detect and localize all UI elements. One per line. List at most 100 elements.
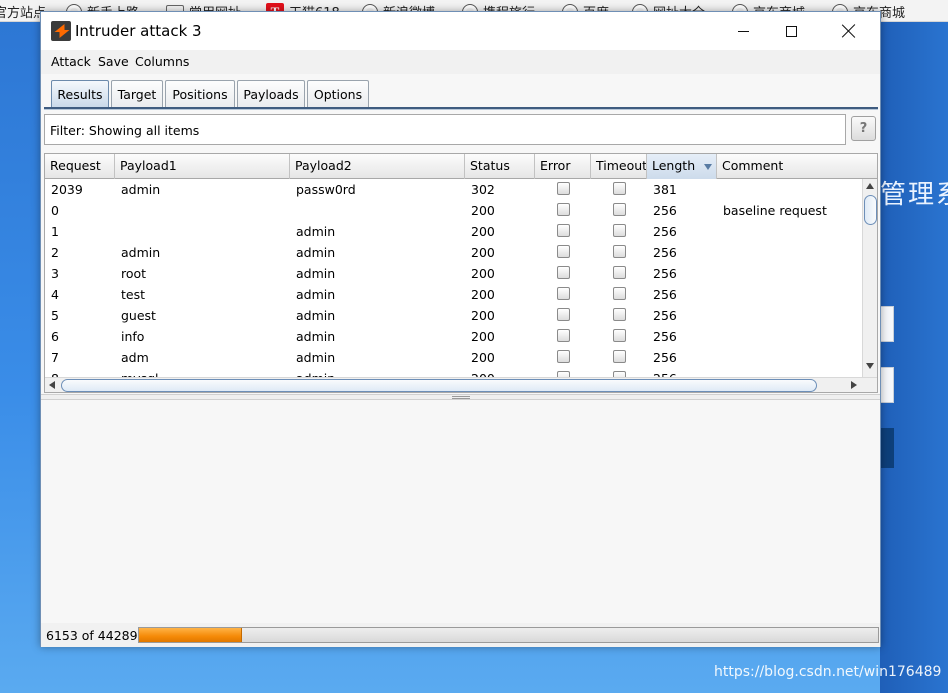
- error-checkbox[interactable]: [557, 350, 570, 363]
- table-body: 2039 admin passw0rd 302 381 0 200 256 baseline r…: [45, 179, 862, 379]
- error-checkbox[interactable]: [557, 245, 570, 258]
- table-row[interactable]: 6 info admin 200 256: [45, 326, 862, 347]
- cell-payload2: admin: [296, 224, 336, 239]
- error-checkbox[interactable]: [557, 203, 570, 216]
- scroll-left-icon[interactable]: [49, 381, 55, 389]
- error-checkbox[interactable]: [557, 266, 570, 279]
- intruder-attack-window: Intruder attack 3 Attack Save Columns Re…: [40, 11, 881, 647]
- filter-bar[interactable]: Filter: Showing all items: [44, 114, 846, 145]
- cell-request: 2039: [51, 182, 83, 197]
- maximize-button[interactable]: [768, 12, 814, 50]
- timeout-checkbox[interactable]: [613, 329, 626, 342]
- progress-fill: [139, 628, 242, 642]
- cell-request: 5: [51, 308, 59, 323]
- background-password-field[interactable]: [880, 367, 894, 403]
- column-header-comment[interactable]: Comment: [717, 154, 877, 179]
- cell-request: 6: [51, 329, 59, 344]
- timeout-checkbox[interactable]: [613, 308, 626, 321]
- cell-status: 200: [471, 350, 495, 365]
- tab-results[interactable]: Results: [51, 80, 109, 108]
- progress-count: 6153 of 44289: [46, 628, 138, 643]
- timeout-checkbox[interactable]: [613, 203, 626, 216]
- table-row[interactable]: 5 guest admin 200 256: [45, 305, 862, 326]
- column-header-payload1[interactable]: Payload1: [115, 154, 290, 179]
- tab-target[interactable]: Target: [111, 80, 163, 108]
- column-header-request[interactable]: Request: [45, 154, 115, 179]
- table-row[interactable]: 4 test admin 200 256: [45, 284, 862, 305]
- menu-save[interactable]: Save: [98, 54, 129, 69]
- background-panel: [880, 22, 948, 693]
- cell-request: 0: [51, 203, 59, 218]
- scroll-right-icon[interactable]: [851, 381, 857, 389]
- help-button[interactable]: ?: [851, 116, 876, 141]
- column-header-timeout[interactable]: Timeout: [591, 154, 647, 179]
- cell-payload2: admin: [296, 308, 336, 323]
- vertical-scrollbar[interactable]: [862, 179, 877, 377]
- timeout-checkbox[interactable]: [613, 182, 626, 195]
- cell-payload2: admin: [296, 245, 336, 260]
- timeout-checkbox[interactable]: [613, 350, 626, 363]
- cell-payload1: admin: [121, 182, 161, 197]
- timeout-checkbox[interactable]: [613, 287, 626, 300]
- cell-length: 256: [653, 329, 677, 344]
- pane-splitter[interactable]: [41, 394, 880, 400]
- filter-text: Filter: Showing all items: [50, 123, 200, 138]
- menu-bar: Attack Save Columns: [41, 50, 880, 74]
- cell-length: 256: [653, 308, 677, 323]
- cell-request: 7: [51, 350, 59, 365]
- column-header-status[interactable]: Status: [465, 154, 535, 179]
- table-row[interactable]: 3 root admin 200 256: [45, 263, 862, 284]
- title-bar[interactable]: Intruder attack 3: [41, 12, 880, 50]
- cell-length: 256: [653, 203, 677, 218]
- background-username-field[interactable]: [880, 306, 894, 342]
- column-header-error[interactable]: Error: [535, 154, 591, 179]
- cell-comment: baseline request: [723, 203, 827, 218]
- column-header-payload2[interactable]: Payload2: [290, 154, 465, 179]
- vertical-scroll-thumb[interactable]: [864, 195, 877, 225]
- cell-status: 200: [471, 245, 495, 260]
- error-checkbox[interactable]: [557, 308, 570, 321]
- scroll-down-icon[interactable]: [866, 363, 874, 369]
- watermark: https://blog.csdn.net/win176489: [714, 664, 942, 680]
- column-header-length-label: Length: [652, 158, 696, 173]
- table-header: Request Payload1 Payload2 Status Error T…: [45, 154, 877, 179]
- close-button[interactable]: [826, 12, 872, 50]
- cell-payload1: adm: [121, 350, 149, 365]
- tab-payloads[interactable]: Payloads: [237, 80, 305, 108]
- table-row[interactable]: 1 admin 200 256: [45, 221, 862, 242]
- table-row[interactable]: 2039 admin passw0rd 302 381: [45, 179, 862, 200]
- horizontal-scroll-thumb[interactable]: [61, 379, 817, 392]
- table-row[interactable]: 0 200 256 baseline request: [45, 200, 862, 221]
- error-checkbox[interactable]: [557, 329, 570, 342]
- menu-columns[interactable]: Columns: [135, 54, 189, 69]
- cell-payload1: admin: [121, 245, 161, 260]
- error-checkbox[interactable]: [557, 287, 570, 300]
- close-icon: [842, 24, 856, 38]
- cell-payload1: root: [121, 266, 147, 281]
- error-checkbox[interactable]: [557, 224, 570, 237]
- table-row[interactable]: 7 adm admin 200 256: [45, 347, 862, 368]
- background-login-button[interactable]: [880, 428, 894, 468]
- status-bar: 6153 of 44289: [41, 623, 880, 647]
- timeout-checkbox[interactable]: [613, 266, 626, 279]
- table-row[interactable]: 2 admin admin 200 256: [45, 242, 862, 263]
- cell-payload1: test: [121, 287, 146, 302]
- timeout-checkbox[interactable]: [613, 245, 626, 258]
- cell-payload1: info: [121, 329, 145, 344]
- cell-request: 4: [51, 287, 59, 302]
- error-checkbox[interactable]: [557, 182, 570, 195]
- cell-status: 200: [471, 287, 495, 302]
- menu-attack[interactable]: Attack: [51, 54, 91, 69]
- tab-positions[interactable]: Positions: [165, 80, 235, 108]
- cell-request: 1: [51, 224, 59, 239]
- burp-app-icon: [51, 21, 71, 41]
- tab-options[interactable]: Options: [307, 80, 369, 108]
- scroll-up-icon[interactable]: [866, 183, 874, 189]
- cell-payload2: admin: [296, 350, 336, 365]
- timeout-checkbox[interactable]: [613, 224, 626, 237]
- splitter-grip-icon[interactable]: [452, 396, 470, 399]
- minimize-button[interactable]: [720, 12, 766, 50]
- column-header-length[interactable]: Length: [647, 154, 717, 179]
- cell-status: 200: [471, 224, 495, 239]
- horizontal-scrollbar[interactable]: [45, 377, 877, 392]
